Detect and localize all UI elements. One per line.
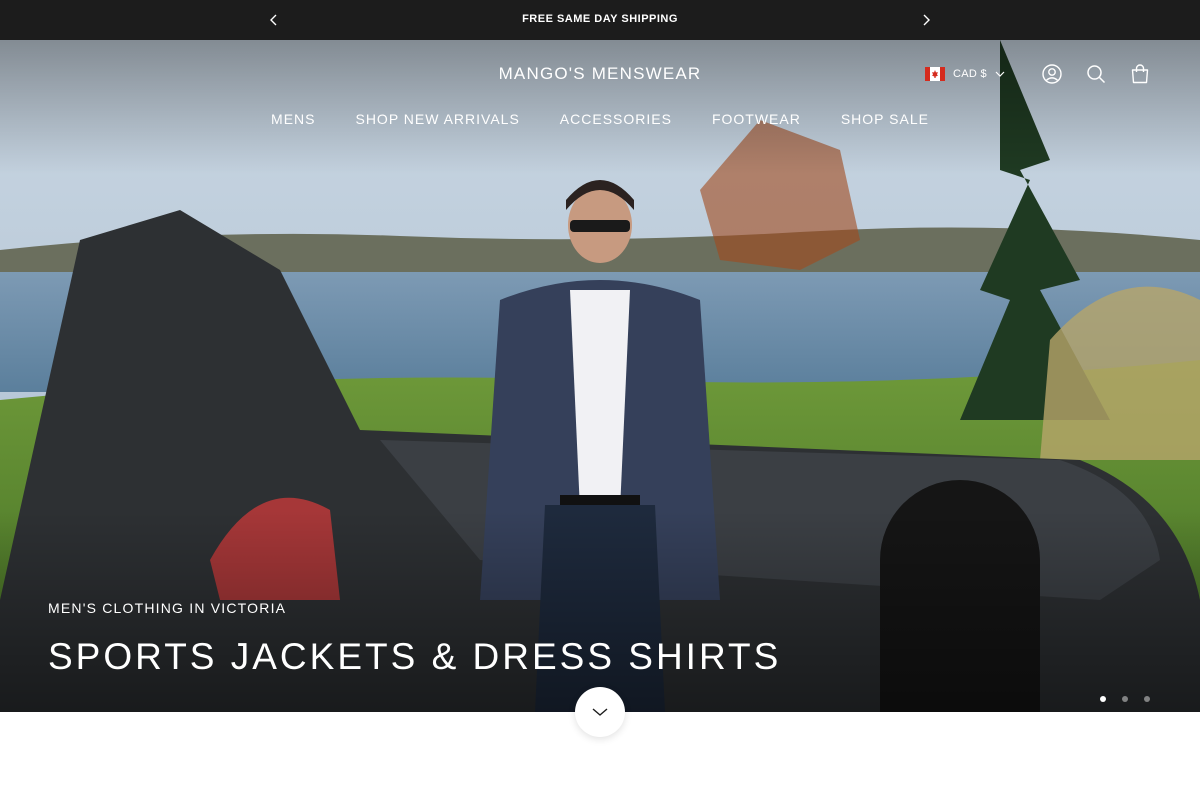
chevron-down-icon [995, 71, 1005, 77]
currency-label: CAD $ [953, 68, 987, 80]
hero-headline: SPORTS JACKETS & DRESS SHIRTS [48, 636, 782, 677]
nav-item-sale[interactable]: SHOP SALE [841, 111, 929, 127]
hero-copy: MEN'S CLOTHING IN VICTORIA SPORTS JACKET… [48, 600, 781, 678]
cart-icon[interactable] [1128, 62, 1152, 86]
nav-item-footwear[interactable]: FOOTWEAR [712, 111, 801, 127]
slide-indicators [1100, 696, 1150, 702]
search-icon[interactable] [1084, 62, 1108, 86]
announcement-bar: FREE SAME DAY SHIPPING [0, 0, 1200, 40]
slide-dot[interactable] [1122, 696, 1128, 702]
store-logo[interactable]: MANGO'S MENSWEAR [0, 64, 1200, 84]
hero-eyebrow: MEN'S CLOTHING IN VICTORIA [48, 600, 287, 616]
currency-selector[interactable]: CAD $ [925, 66, 1005, 82]
slide-dot[interactable] [1100, 696, 1106, 702]
nav-item-accessories[interactable]: ACCESSORIES [560, 111, 672, 127]
canada-flag-icon [925, 67, 945, 81]
nav-item-new-arrivals[interactable]: SHOP NEW ARRIVALS [355, 111, 519, 127]
slide-dot[interactable] [1144, 696, 1150, 702]
scroll-down-button[interactable] [575, 687, 625, 737]
nav-item-mens[interactable]: MENS [271, 111, 315, 127]
main-navigation: MENS SHOP NEW ARRIVALS ACCESSORIES FOOTW… [0, 111, 1200, 127]
chevron-down-icon [592, 708, 608, 716]
chevron-right-icon[interactable] [916, 10, 936, 30]
site-header: MANGO'S MENSWEAR CAD $ MENS SHOP NEW ARR… [0, 40, 1200, 150]
announcement-message: FREE SAME DAY SHIPPING [522, 13, 678, 25]
account-icon[interactable] [1040, 62, 1064, 86]
